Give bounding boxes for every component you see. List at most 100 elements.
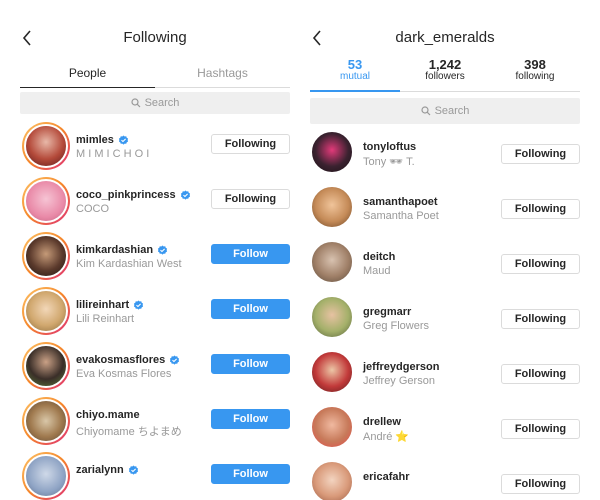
mutual-list: tonyloftus Tony 🕶 T. Following samanthapoet… <box>310 128 580 500</box>
tab-people[interactable]: People <box>20 58 155 88</box>
username[interactable]: zarialynn <box>76 464 124 476</box>
following-button[interactable]: Following <box>501 309 580 329</box>
username-link[interactable]: ericafahr <box>363 471 409 483</box>
avatar[interactable] <box>22 342 70 390</box>
username-link[interactable]: drellew <box>363 416 409 428</box>
username[interactable]: evakosmasflores <box>76 354 165 366</box>
username-link[interactable]: evakosmasflores <box>76 354 180 366</box>
full-name: Eva Kosmas Flores <box>76 368 172 380</box>
full-name: Tony 🕶 T. <box>363 156 415 168</box>
avatar[interactable] <box>22 397 70 445</box>
user-names: gregmarr Greg Flowers <box>363 306 429 332</box>
stat-mutual-count: 53 <box>347 57 363 72</box>
avatar[interactable] <box>22 232 70 280</box>
user-names: tonyloftus Tony 🕶 T. <box>363 141 416 168</box>
username-link[interactable]: samanthapoet <box>363 196 439 208</box>
avatar[interactable] <box>22 287 70 335</box>
username[interactable]: drellew <box>363 416 401 428</box>
following-button[interactable]: Following <box>501 254 580 274</box>
username[interactable]: coco_pinkprincess <box>76 189 176 201</box>
username-link[interactable]: coco_pinkprincess <box>76 189 191 201</box>
list-item[interactable]: mimles M I M I C H O I Following <box>20 118 290 173</box>
list-item[interactable]: zarialynn Follow <box>20 448 290 500</box>
username-link[interactable]: mimles <box>76 134 149 146</box>
username-link[interactable]: kimkardashian <box>76 244 182 256</box>
avatar[interactable] <box>310 295 354 339</box>
search-icon <box>420 106 430 116</box>
full-name: COCO <box>76 203 109 215</box>
full-name: André ⭐ <box>363 431 410 443</box>
username[interactable]: chiyo.mame <box>76 409 140 421</box>
username-link[interactable]: chiyo.mame <box>76 409 182 421</box>
avatar[interactable] <box>310 130 354 174</box>
avatar[interactable] <box>22 177 70 225</box>
user-names: deitch Maud <box>363 251 395 277</box>
username[interactable]: tonyloftus <box>363 141 416 153</box>
full-name: Jeffrey Gerson <box>363 375 435 387</box>
username[interactable]: lilireinhart <box>76 299 129 311</box>
stat-following-label: following <box>515 71 555 82</box>
verified-badge-icon <box>180 189 190 200</box>
full-name: Greg Flowers <box>363 320 430 332</box>
username[interactable]: mimles <box>76 134 114 146</box>
username[interactable]: kimkardashian <box>76 244 153 256</box>
username[interactable]: gregmarr <box>363 306 411 318</box>
following-button[interactable]: Following <box>501 364 580 384</box>
search-placeholder: Search <box>434 105 470 117</box>
avatar[interactable] <box>310 405 354 449</box>
avatar[interactable] <box>310 240 354 284</box>
verified-badge-icon <box>170 354 180 365</box>
list-item[interactable]: ericafahr Following <box>310 458 580 500</box>
user-names: drellew André ⭐ <box>363 416 409 443</box>
tab-followers[interactable]: 1,242 followers <box>400 58 490 91</box>
stat-followers-label: followers <box>425 71 465 82</box>
full-name: Samantha Poet <box>363 210 439 222</box>
full-name: M I M I C H O I <box>76 148 150 160</box>
following-button[interactable]: Following <box>211 134 290 154</box>
following-button[interactable]: Following <box>501 419 580 439</box>
username-link[interactable]: jeffreydgerson <box>363 361 439 373</box>
username[interactable]: deitch <box>363 251 395 263</box>
list-item[interactable]: samanthapoet Samantha Poet Following <box>310 183 580 238</box>
username-link[interactable]: deitch <box>363 251 395 263</box>
following-button[interactable]: Following <box>501 144 580 164</box>
following-button[interactable]: Following <box>211 189 290 209</box>
username[interactable]: samanthapoet <box>363 196 438 208</box>
tab-following[interactable]: 398 following <box>490 58 580 91</box>
follow-button[interactable]: Follow <box>211 464 290 484</box>
avatar[interactable] <box>22 122 70 170</box>
list-item[interactable]: lilireinhart Lili Reinhart Follow <box>20 283 290 338</box>
follow-button[interactable]: Follow <box>211 409 290 429</box>
follow-button[interactable]: Follow <box>211 299 290 319</box>
list-item[interactable]: deitch Maud Following <box>310 238 580 293</box>
list-item[interactable]: chiyo.mame Chiyomame ちよまめ Follow <box>20 393 290 448</box>
list-item[interactable]: kimkardashian Kim Kardashian West Follow <box>20 228 290 283</box>
search-input[interactable]: Search <box>20 92 290 114</box>
search-placeholder: Search <box>144 97 180 109</box>
tab-mutual[interactable]: 53 mutual <box>310 58 400 92</box>
username[interactable]: ericafahr <box>363 471 409 483</box>
username-link[interactable]: lilireinhart <box>76 299 144 311</box>
avatar[interactable] <box>310 350 354 394</box>
username[interactable]: jeffreydgerson <box>363 361 439 373</box>
stat-following-count: 398 <box>524 57 546 72</box>
user-names: jeffreydgerson Jeffrey Gerson <box>363 361 439 387</box>
list-item[interactable]: drellew André ⭐ Following <box>310 403 580 458</box>
tab-hashtags[interactable]: Hashtags <box>155 58 290 87</box>
username-link[interactable]: gregmarr <box>363 306 429 318</box>
username-link[interactable]: zarialynn <box>76 464 139 476</box>
avatar[interactable] <box>310 460 354 500</box>
follow-button[interactable]: Follow <box>211 354 290 374</box>
list-item[interactable]: gregmarr Greg Flowers Following <box>310 293 580 348</box>
avatar[interactable] <box>310 185 354 229</box>
list-item[interactable]: jeffreydgerson Jeffrey Gerson Following <box>310 348 580 403</box>
following-button[interactable]: Following <box>501 199 580 219</box>
following-button[interactable]: Following <box>501 474 580 494</box>
username-link[interactable]: tonyloftus <box>363 141 416 153</box>
list-item[interactable]: coco_pinkprincess COCO Following <box>20 173 290 228</box>
follow-button[interactable]: Follow <box>211 244 290 264</box>
list-item[interactable]: tonyloftus Tony 🕶 T. Following <box>310 128 580 183</box>
search-input[interactable]: Search <box>310 98 580 124</box>
avatar[interactable] <box>22 452 70 500</box>
list-item[interactable]: evakosmasflores Eva Kosmas Flores Follow <box>20 338 290 393</box>
